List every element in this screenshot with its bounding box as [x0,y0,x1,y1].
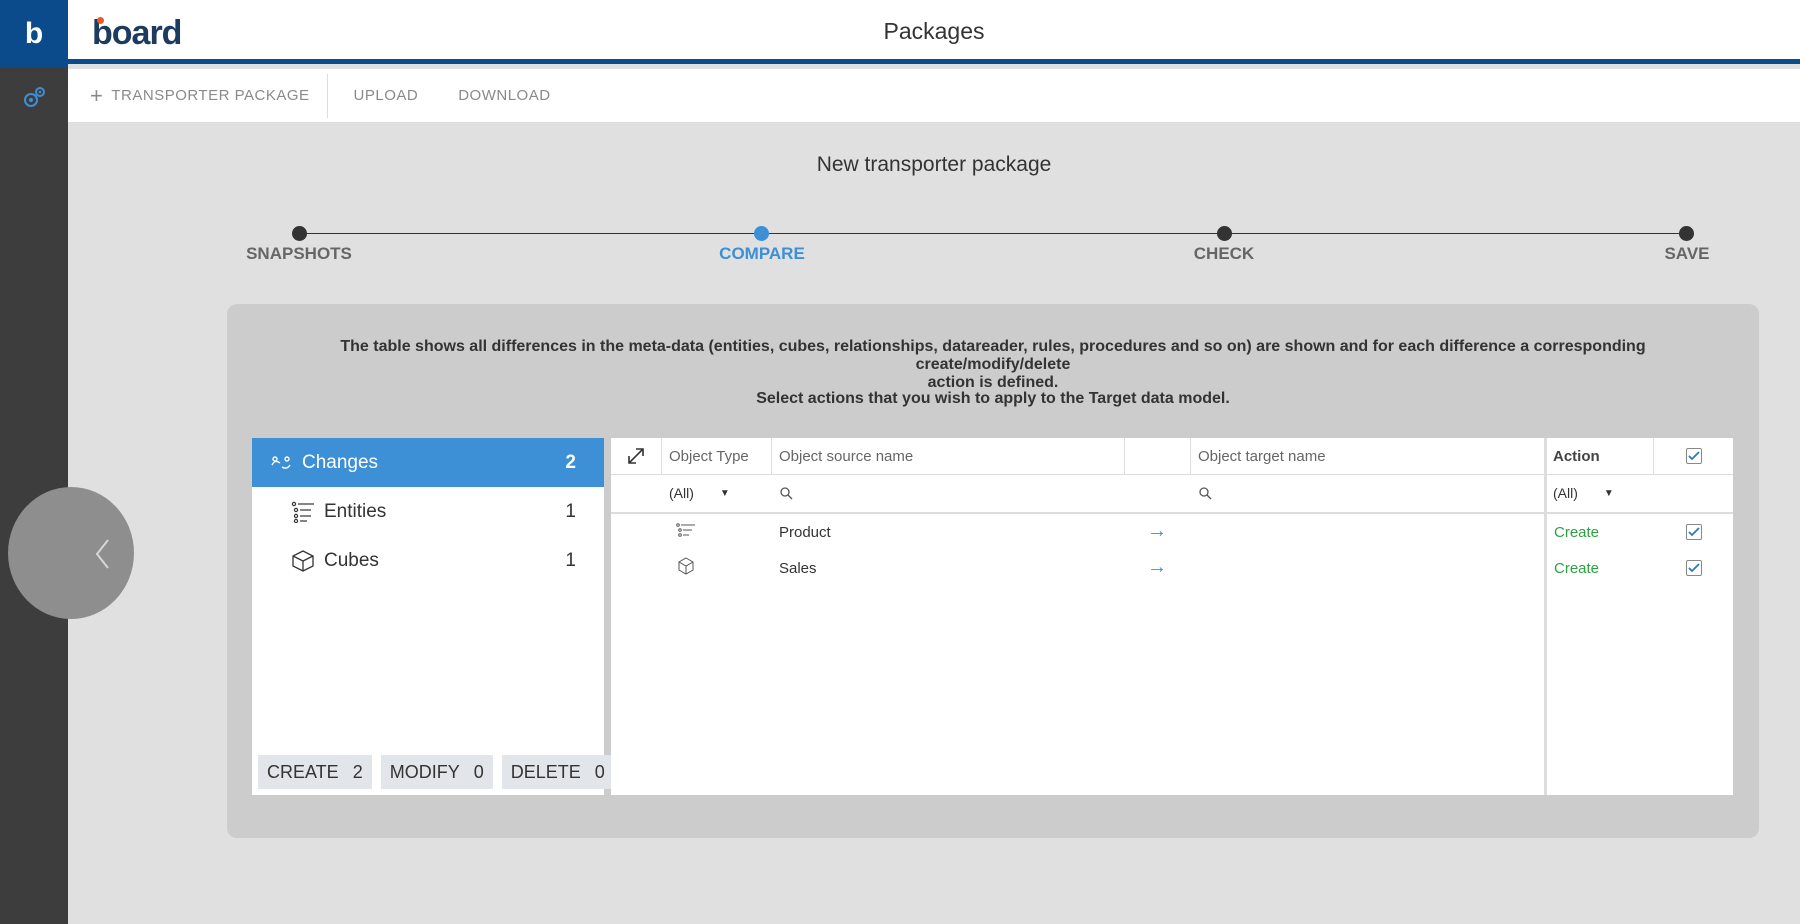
object-type-filter[interactable]: (All) ▼ [669,475,769,511]
delete-summary-button[interactable]: DELETE 0 [501,755,614,789]
right-arrow-icon: → [1147,556,1167,578]
entities-label: Entities [324,500,387,522]
row-checkbox[interactable] [1686,560,1702,576]
source-search-icon[interactable] [779,475,793,511]
cubes-count: 1 [565,549,576,571]
step-label-save[interactable]: SAVE [1607,244,1767,264]
col-separator [1190,438,1191,474]
create-summary-count: 2 [352,761,363,782]
step-dot-save[interactable] [1679,226,1694,241]
delete-summary-count: 0 [594,761,605,782]
summary-bar: CREATE 2 MODIFY 0 DELETE 0 [258,755,614,789]
cube-icon [290,548,316,574]
action-column-divider [1544,438,1547,795]
entities-icon [676,522,696,544]
step-label-check[interactable]: CHECK [1144,244,1304,264]
col-separator [771,438,772,474]
col-separator [1653,438,1654,474]
panel-description: The table shows all differences in the m… [267,338,1719,392]
settings-gear-icon[interactable] [20,84,48,112]
caret-down-icon: ▼ [1603,487,1614,499]
top-header: board Packages [68,0,1800,64]
row-action[interactable]: Create [1554,524,1599,541]
stepper-line [299,233,1687,234]
entities-icon [290,499,316,525]
col-separator [1124,438,1125,474]
back-nav-button[interactable] [8,487,134,619]
page-title: Packages [883,18,985,44]
cubes-label: Cubes [324,549,379,571]
grid-divider [611,512,1733,514]
wizard-title: New transporter package [816,153,1052,176]
entities-count: 1 [565,500,576,522]
object-type-filter-value: (All) [669,485,694,501]
header-object-source-name[interactable]: Object source name [779,438,913,474]
plus-icon: + [90,82,104,108]
app-rail: b [0,0,68,924]
step-label-snapshots[interactable]: SNAPSHOTS [219,244,379,264]
changes-icon [268,450,294,476]
new-transporter-package-button[interactable]: + TRANSPORTER PACKAGE [68,73,328,118]
step-dot-compare[interactable] [754,226,769,241]
select-all-checkbox[interactable] [1686,448,1702,464]
logo-letter: b [24,17,44,50]
header-object-type[interactable]: Object Type [669,438,749,474]
sidebar-item-changes[interactable]: Changes 2 [252,438,604,487]
row-source-name: Sales [779,560,817,577]
create-summary-label: CREATE [267,761,339,782]
download-button[interactable]: DOWNLOAD [438,69,570,122]
col-separator [661,438,662,474]
changes-label: Changes [302,451,379,473]
chevron-left-icon [95,539,109,569]
action-filter-value: (All) [1553,485,1578,501]
differences-grid: Object Type Object source name Object ta… [611,438,1733,795]
app-logo[interactable]: b [0,0,68,68]
row-source-name: Product [779,524,831,541]
upload-button[interactable]: UPLOAD [328,69,439,122]
modify-summary-count: 0 [473,761,484,782]
header-action[interactable]: Action [1553,438,1600,474]
step-dot-snapshots[interactable] [292,226,307,241]
step-dot-check[interactable] [1217,226,1232,241]
panel-description-line1: The table shows all differences in the m… [340,338,1646,373]
right-arrow-icon: → [1147,520,1167,542]
create-summary-button[interactable]: CREATE 2 [258,755,372,789]
panel-instruction: Select actions that you wish to apply to… [756,390,1230,407]
modify-summary-label: MODIFY [389,761,460,782]
header-object-target-name[interactable]: Object target name [1198,438,1326,474]
sidebar-item-cubes[interactable]: Cubes 1 [252,536,604,585]
cube-icon [677,557,695,579]
changes-count: 2 [565,451,576,473]
target-search-icon[interactable] [1198,475,1212,511]
row-action[interactable]: Create [1554,560,1599,577]
modify-summary-button[interactable]: MODIFY 0 [380,755,493,789]
toolbar: + TRANSPORTER PACKAGE UPLOAD DOWNLOAD [68,69,1800,123]
new-package-label: TRANSPORTER PACKAGE [111,87,310,104]
changes-sidelist: Changes 2 Entities 1 Cubes 1 CREATE 2 MO… [252,438,614,795]
delete-summary-label: DELETE [510,761,581,782]
step-label-compare[interactable]: COMPARE [682,244,842,264]
sidebar-item-entities[interactable]: Entities 1 [252,487,604,536]
expand-icon[interactable] [626,438,656,474]
caret-down-icon: ▼ [719,487,730,499]
action-filter[interactable]: (All) ▼ [1553,475,1653,511]
row-checkbox[interactable] [1686,524,1702,540]
